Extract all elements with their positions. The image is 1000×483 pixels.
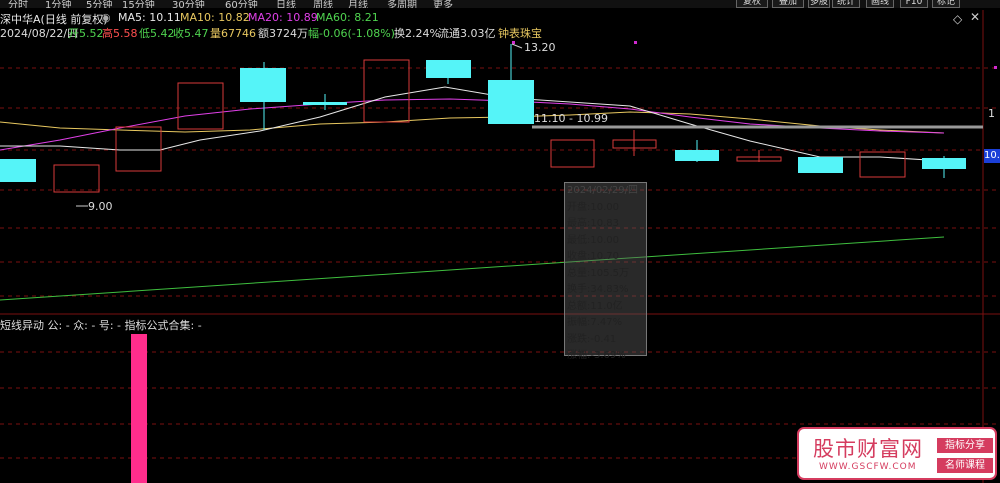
candle-down [426,60,471,78]
candle-up [363,59,410,123]
indicator-title[interactable]: 短线异动 公: - 众: - 号: - 指标公式合集: - [0,317,202,333]
axis-fragment: 1 [988,107,995,120]
candle-down [303,102,347,105]
watermark-logo: 股市财富网 WWW.GSCFW.COM 指标分享 名师课程 [797,427,997,480]
ma10-line [0,111,945,134]
quote-low: 低5.42 [139,27,175,40]
ma60-value: MA60: 8.21 [316,11,379,24]
watermark-url: WWW.GSCFW.COM [819,462,917,472]
watermark-badge-course[interactable]: 名师课程 [937,458,993,473]
current-price-tag: 10.7 [984,149,1000,163]
candle-down [240,68,286,102]
tooltip-amplitude: 振幅:7.47% [567,317,623,328]
candle-up [550,139,595,168]
tooltip-date: 2024/02/29/四 [567,185,639,196]
signal-dot [512,41,515,44]
tooltip-low: 最低:10.00 [567,234,619,246]
circle-icon[interactable]: ◉ [101,11,111,24]
quote-close: 收5.47 [173,27,209,40]
signal-dot [634,41,637,44]
diamond-icon[interactable]: ◇ [953,12,962,26]
candle-down [922,158,966,169]
quote-date: 2024/08/22/四 [0,27,79,40]
ma10-value: MA10: 10.82 [180,11,250,24]
watermark-name: 股市财富网 [813,437,923,461]
low-label: 9.00 [88,200,113,213]
quote-amount: 额3724万 [258,27,308,40]
quote-sector[interactable]: 钟表珠宝 [498,25,542,41]
quote-open: 开5.52 [68,27,104,40]
tooltip-volume: 总量:105.5万 [567,267,629,279]
signal-dot [994,66,997,69]
high-arrow [511,43,523,49]
tooltip-turnover: 换手:34.83% [567,284,629,295]
tooltip-change: 涨跌:-0.41 [567,333,617,345]
candle-down [0,159,36,182]
ma60-line [0,236,945,301]
ma5-value: MA5: 10.11 [118,11,181,24]
candle-up [859,151,906,178]
kline-chart: 13.20 9.00 11.10 - 10.99 1 [0,10,1000,483]
tooltip-high: 最高:10.83 [567,218,619,229]
range-label: 11.10 - 10.99 [534,112,608,125]
quote-volume: 量67746 [210,27,256,40]
candle-tooltip: 2024/02/29/四 开盘:10.00 最高:10.83 最低:10.00 … [564,182,647,361]
tooltip-amount: 总额:11.0亿 [567,300,623,312]
quote-change: 幅-0.06(-1.08%) [308,27,395,40]
candles [0,44,966,193]
quote-float: 流通3.03亿 [438,27,496,40]
quote-turnover: 换2.24% [394,27,440,40]
close-icon[interactable]: ✕ [970,10,980,24]
candle-up [53,164,100,193]
candle-down [488,80,534,124]
candle-down [798,157,843,173]
quote-high: 高5.58 [102,27,138,40]
tooltip-close: 收盘:10.70 [567,251,619,262]
watermark-badge-share[interactable]: 指标分享 [937,438,993,453]
volume-spike-bar [131,334,147,483]
tooltip-open: 开盘:10.00 [567,201,619,213]
candle-up [115,126,162,172]
candle-down [675,150,719,161]
candle-up [177,82,224,130]
tooltip-pct: 涨幅:-3.69% [567,350,626,361]
ma20-value: MA20: 10.89 [248,11,318,24]
high-label: 13.20 [524,41,556,54]
